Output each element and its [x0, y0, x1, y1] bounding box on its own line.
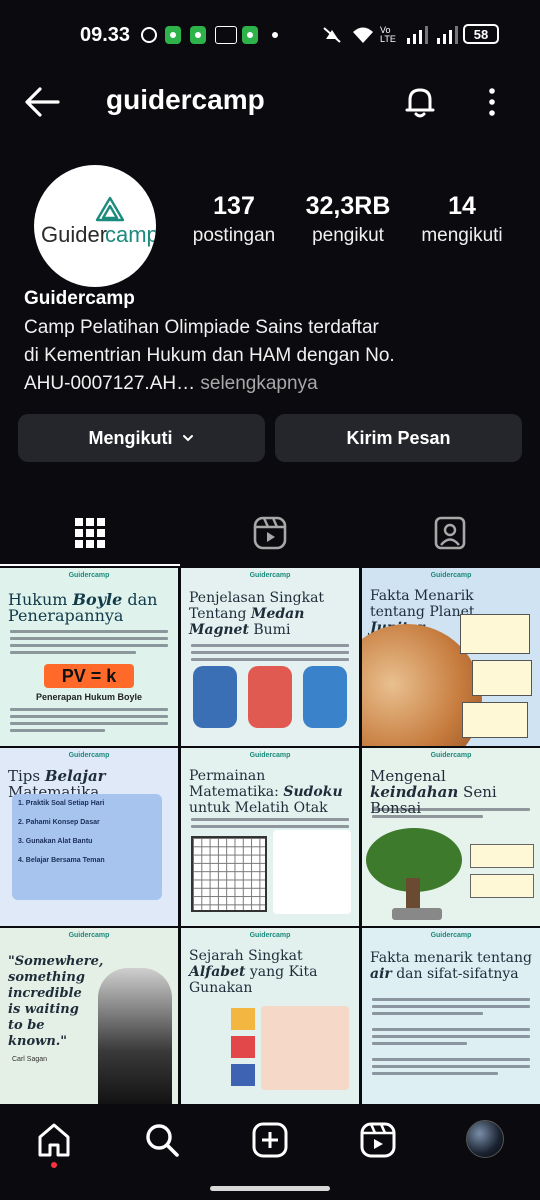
bell-icon[interactable]	[400, 82, 440, 122]
post-logo: Guidercamp	[430, 752, 472, 759]
more-notifications-dot	[272, 26, 278, 44]
tagged-icon	[434, 516, 466, 550]
profile-username: guidercamp	[106, 84, 265, 115]
tip-item: 3. Gunakan Alat Bantu	[18, 838, 93, 845]
tab-reels[interactable]	[180, 500, 360, 566]
bottom-navigation	[0, 1104, 540, 1178]
post-title: Hukum Boyle dan Penerapannya	[8, 590, 158, 625]
chat-notification-icon	[190, 26, 206, 44]
profile-bio: Guidercamp Camp Pelatihan Olimpiade Sain…	[24, 288, 524, 398]
bank-app-icon	[215, 26, 237, 44]
stat-following[interactable]: 14 mengikuti	[402, 192, 522, 247]
post-tile[interactable]: Guidercamp Penjelasan Singkat Tentang Me…	[181, 568, 359, 746]
more-options-icon[interactable]	[472, 82, 512, 122]
home-icon[interactable]	[34, 1120, 74, 1168]
post-tile[interactable]: Guidercamp Sejarah Singkat Alfabet yang …	[181, 928, 359, 1106]
following-button[interactable]: Mengikuti	[18, 414, 265, 462]
post-title: Permainan Matematika: Sudoku untuk Melat…	[189, 768, 343, 816]
post-tile[interactable]: Guidercamp Fakta menarik tentang air dan…	[362, 928, 540, 1106]
post-title: Fakta menarik tentang air dan sifat-sifa…	[370, 950, 532, 982]
post-title: Penjelasan Singkat Tentang Medan Magnet …	[189, 590, 325, 638]
post-logo: Guidercamp	[68, 572, 110, 579]
tab-tagged[interactable]	[360, 500, 540, 566]
tip-item: 1. Praktik Soal Setiap Hari	[18, 800, 105, 807]
post-logo: Guidercamp	[68, 932, 110, 939]
bio-line: Camp Pelatihan Olimpiade Sains terdaftar	[24, 317, 379, 338]
stat-posts[interactable]: 137 postingan	[174, 192, 294, 247]
volte-label: Vo LTE	[380, 25, 396, 44]
home-indicator[interactable]	[210, 1186, 330, 1191]
post-tile[interactable]: Guidercamp Hukum Boyle dan Penerapannya …	[0, 568, 178, 746]
post-logo: Guidercamp	[68, 752, 110, 759]
profile-display-name: Guidercamp	[24, 288, 135, 309]
post-logo: Guidercamp	[249, 752, 291, 759]
see-more-link[interactable]: selengkapnya	[200, 373, 317, 394]
post-tile[interactable]: Guidercamp Tips Belajar Matematika 1. Pr…	[0, 748, 178, 926]
followers-count: 32,3RB	[305, 192, 391, 220]
post-logo: Guidercamp	[249, 572, 291, 579]
post-logo: Guidercamp	[249, 932, 291, 939]
back-arrow-icon[interactable]	[22, 82, 62, 122]
mute-icon	[322, 26, 342, 44]
post-tile[interactable]: Guidercamp Mengenal keindahan Seni Bonsa…	[362, 748, 540, 926]
profile-tabs	[0, 500, 540, 566]
stat-followers[interactable]: 32,3RB pengikut	[288, 192, 408, 247]
post-logo: Guidercamp	[430, 932, 472, 939]
logo-text-camp: camp	[105, 222, 156, 247]
logo-text-guider: Guider	[41, 222, 108, 247]
post-tile[interactable]: Guidercamp "Somewhere, something incredi…	[0, 928, 178, 1106]
post-logo: Guidercamp	[430, 572, 472, 579]
followers-label: pengikut	[312, 225, 384, 246]
profile-stats: 137 postingan 32,3RB pengikut 14 mengiku…	[180, 192, 525, 262]
signal-2-icon	[436, 26, 458, 44]
bio-line: di Kementrian Hukum dan HAM dengan No.	[24, 345, 395, 366]
reels-icon	[253, 516, 287, 550]
notification-dot	[51, 1162, 57, 1168]
tab-posts-grid[interactable]	[0, 500, 180, 566]
signal-icon	[406, 26, 428, 44]
message-button[interactable]: Kirim Pesan	[275, 414, 522, 462]
profile-avatar-logo[interactable]: Guider camp	[34, 165, 156, 287]
post-title: Sejarah Singkat Alfabet yang Kita Gunaka…	[189, 948, 318, 996]
post-subtitle: Penerapan Hukum Boyle	[35, 692, 143, 702]
bio-line: AHU-0007127.AH…	[24, 373, 196, 394]
tip-item: 2. Pahami Konsep Dasar	[18, 819, 100, 826]
post-formula: PV = k	[44, 664, 134, 688]
following-count: 14	[448, 192, 476, 220]
post-quote-author: Carl Sagan	[12, 1056, 48, 1063]
profile-avatar[interactable]	[466, 1120, 506, 1160]
posts-count: 137	[213, 192, 255, 220]
post-tile[interactable]: Guidercamp Fakta Menarik tentang Planet …	[362, 568, 540, 746]
wifi-icon	[352, 26, 374, 44]
following-label: mengikuti	[421, 225, 503, 246]
phone-app-icon	[242, 26, 258, 44]
reels-icon[interactable]	[358, 1120, 398, 1160]
posts-label: postingan	[192, 225, 276, 246]
app-notification-icon	[165, 26, 181, 44]
grid-icon	[75, 518, 105, 548]
search-icon[interactable]	[142, 1120, 182, 1160]
battery-indicator: 58	[463, 24, 499, 44]
status-time: 09.33	[80, 24, 131, 46]
whatsapp-icon	[140, 26, 158, 44]
create-icon[interactable]	[250, 1120, 290, 1160]
post-title: "Somewhere, something incredible is wait…	[8, 954, 104, 1049]
tip-item: 4. Belajar Bersama Teman	[18, 857, 105, 864]
post-tile[interactable]: Guidercamp Permainan Matematika: Sudoku …	[181, 748, 359, 926]
following-button-label: Mengikuti	[88, 427, 173, 448]
chevron-down-icon	[182, 435, 193, 442]
message-button-label: Kirim Pesan	[346, 427, 451, 448]
status-bar: 09.33 Vo LTE 58	[0, 0, 540, 72]
posts-grid: Guidercamp Hukum Boyle dan Penerapannya …	[0, 568, 540, 1106]
profile-header: guidercamp	[0, 72, 540, 132]
